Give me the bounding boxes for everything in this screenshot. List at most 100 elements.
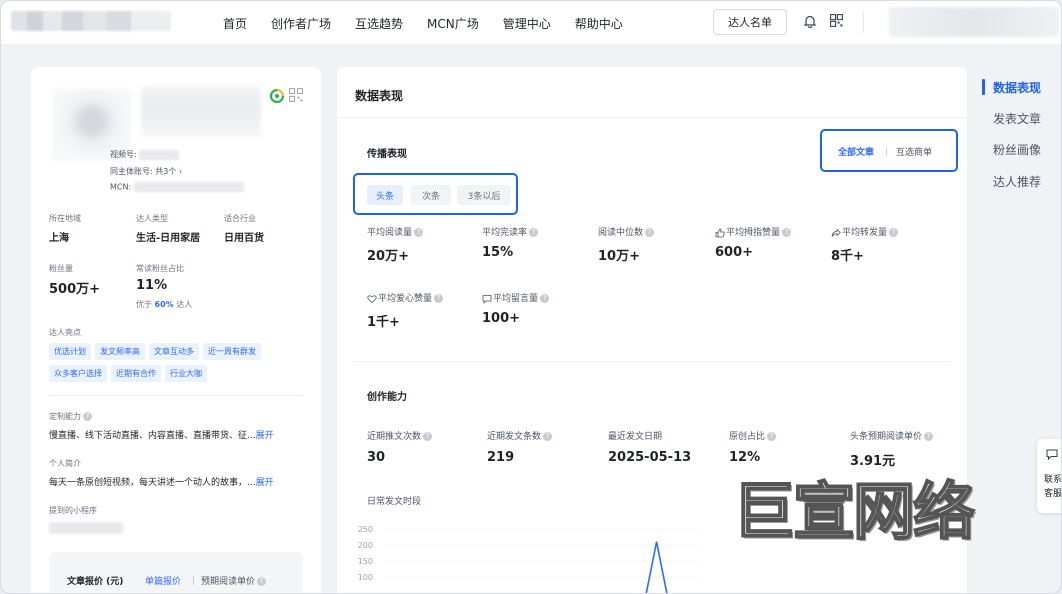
metric-label-text: 平均爱心赞量: [378, 294, 433, 304]
help-icon[interactable]: ?: [83, 412, 92, 421]
metric-value: 3.91元: [850, 454, 896, 469]
anchor-data-performance[interactable]: 数据表现: [993, 79, 1041, 96]
metric-value: 219: [487, 450, 515, 465]
metric-label-text: 近期发文条数: [487, 432, 542, 442]
nav-item-creator-square[interactable]: 创作者广场: [271, 15, 331, 32]
article-price-box: 文章报价 (元) 单篇报价 预期阅读单价?: [49, 552, 303, 593]
expand-link[interactable]: 展开: [256, 431, 274, 441]
metric-value: 30: [367, 450, 386, 465]
creation-section-title: 创作能力: [367, 392, 407, 403]
scope-all-articles[interactable]: 全部文章: [838, 145, 874, 158]
expand-link[interactable]: 展开: [256, 478, 274, 488]
metric-label: 阅读中位数?: [598, 225, 655, 238]
fans-value: 500万+: [49, 282, 101, 297]
metric-label: 平均完读率?: [482, 225, 539, 238]
metric-label-text: 平均转发量: [842, 228, 888, 238]
video-id-value: [139, 149, 180, 160]
position-headline[interactable]: 头条: [367, 185, 403, 205]
help-icon[interactable]: ?: [434, 294, 444, 303]
metric-label: 平均转发量?: [831, 225, 899, 238]
anchor-fan-profile[interactable]: 粉丝画像: [993, 141, 1041, 158]
help-icon[interactable]: ?: [889, 228, 899, 237]
scope-mutual-orders[interactable]: 互选商单: [896, 145, 932, 158]
highlights-label: 达人亮点: [49, 328, 81, 337]
divider: [353, 361, 951, 362]
help-icon[interactable]: ?: [529, 228, 539, 237]
chat-icon: [1046, 449, 1058, 461]
metric-label-text: 阅读中位数: [598, 228, 644, 238]
metric-value: 15%: [482, 245, 514, 260]
qr-code-icon[interactable]: [289, 88, 303, 102]
price-tab-expected-read[interactable]: 预期阅读单价?: [201, 574, 267, 587]
help-icon[interactable]: ?: [423, 432, 433, 441]
custom-ability-label: 定制能力?: [49, 411, 92, 422]
logo[interactable]: [11, 11, 171, 31]
metric-value: 600+: [715, 245, 754, 260]
talent-list-button[interactable]: 达人名单: [713, 9, 787, 35]
ratio-note-pct: 60%: [154, 300, 174, 309]
industry-label: 适合行业: [224, 214, 256, 223]
position-third-plus[interactable]: 3条以后: [457, 185, 511, 205]
help-icon[interactable]: ?: [767, 432, 777, 441]
profile-card: 视频号: 同主体账号: 共3个 › MCN: 所在地域 上海 达人类型 生活-日…: [31, 67, 321, 593]
position-second[interactable]: 次条: [411, 185, 451, 205]
top-nav-bar: 首页 创作者广场 互选趋势 MCN广场 管理中心 帮助中心 达人名单: [1, 1, 1061, 45]
nav-item-mcn-square[interactable]: MCN广场: [427, 15, 479, 32]
metric-label-text: 近期推文次数: [367, 432, 422, 442]
metric-label-text: 头条预期阅读单价: [850, 432, 923, 442]
metric-label-text: 平均拇指赞量: [726, 228, 781, 238]
intro-label: 个人简介: [49, 459, 81, 468]
metric-label: 最近发文日期: [608, 432, 663, 442]
metric-label: 近期发文条数?: [487, 429, 553, 442]
metric-value: 20万+: [367, 249, 409, 264]
metric-value: 8千+: [831, 249, 864, 264]
nav-item-management[interactable]: 管理中心: [503, 15, 551, 32]
qr-code-icon[interactable]: [830, 14, 843, 27]
ratio-note: 优于 60% 达人: [136, 299, 192, 310]
daily-posting-chart-title: 日常发文时段: [367, 497, 422, 507]
watermark: 巨宣网络: [732, 475, 976, 548]
metric-label-text: 平均阅读量: [367, 228, 413, 238]
metric-label: 头条预期阅读单价?: [850, 429, 934, 442]
video-id-line: 视频号:: [110, 149, 180, 160]
nav-item-home[interactable]: 首页: [223, 15, 247, 32]
thumb-up-icon: [715, 228, 725, 237]
price-title: 文章报价 (元): [67, 577, 124, 587]
video-id-label: 视频号:: [110, 150, 137, 159]
metric-label: 平均爱心赞量?: [367, 291, 444, 304]
help-icon[interactable]: ?: [540, 294, 550, 303]
help-icon[interactable]: ?: [924, 432, 934, 441]
anchor-published-articles[interactable]: 发表文章: [993, 110, 1041, 127]
price-tab-single[interactable]: 单篇报价: [145, 574, 181, 587]
custom-ability-text: 慢直播、线下活动直播、内容直播、直播带货、征...展开: [49, 428, 304, 441]
page-title: 数据表现: [355, 89, 404, 103]
wechat-channels-icon[interactable]: [269, 88, 285, 104]
user-account-area[interactable]: [889, 7, 1059, 37]
metric-value: 10万+: [598, 249, 640, 264]
y-tick-label: 200: [358, 541, 373, 550]
location-label: 所在地域: [49, 214, 81, 223]
help-icon[interactable]: ?: [543, 432, 553, 441]
help-icon[interactable]: ?: [782, 228, 792, 237]
nav-item-help[interactable]: 帮助中心: [575, 15, 623, 32]
help-icon[interactable]: ?: [645, 228, 655, 237]
anchor-active-indicator: [982, 79, 985, 95]
metric-label-text: 平均留言量: [493, 294, 539, 304]
highlight-tag: 发文频率高: [95, 343, 145, 360]
help-icon[interactable]: ?: [257, 577, 267, 586]
contact-support-widget[interactable]: 联系客服: [1037, 439, 1061, 513]
ratio-note-suffix: 达人: [176, 300, 193, 309]
divider: [49, 395, 303, 396]
bell-icon[interactable]: [803, 14, 817, 28]
anchor-talent-recommend[interactable]: 达人推荐: [993, 173, 1041, 190]
nav-item-trends[interactable]: 互选趋势: [355, 15, 403, 32]
mcn-value: [133, 182, 244, 192]
metric-label: 平均留言量?: [482, 291, 550, 304]
help-icon[interactable]: ?: [414, 228, 424, 237]
nav-separator: [863, 11, 864, 33]
metric-label: 平均拇指赞量?: [715, 225, 792, 238]
metric-label: 平均阅读量?: [367, 225, 424, 238]
highlight-tag: 行业大咖: [165, 365, 207, 382]
fans-label: 粉丝量: [49, 264, 73, 273]
same-entity-accounts[interactable]: 同主体账号: 共3个 ›: [110, 166, 182, 177]
